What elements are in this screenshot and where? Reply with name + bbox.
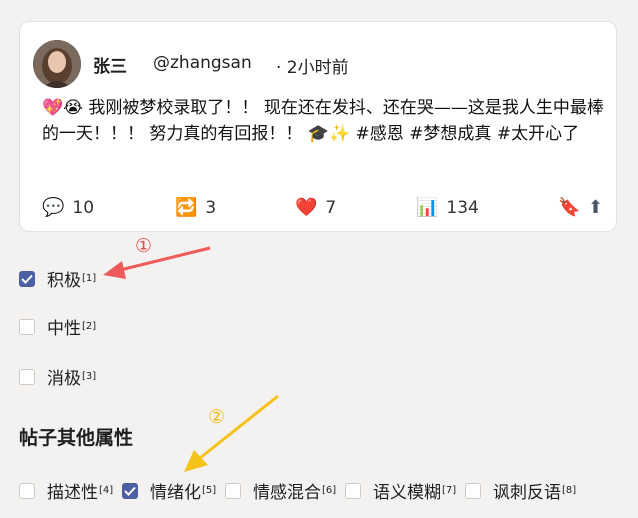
- checkbox-emotional[interactable]: [122, 482, 138, 499]
- checkbox-positive[interactable]: [19, 270, 35, 287]
- post-body: 💖😭 我刚被梦校录取了！！ 现在还在发抖、还在哭——这是我人生中最棒的一天！！！…: [42, 95, 610, 147]
- check-icon: [21, 274, 33, 284]
- checkbox-sarcasm[interactable]: [465, 482, 481, 499]
- share-button[interactable]: ⬆: [588, 198, 603, 218]
- post-time: · 2小时前: [276, 58, 349, 78]
- footnote-ref: [6]: [322, 485, 337, 496]
- like-count: 7: [325, 198, 337, 218]
- option-sarcasm[interactable]: 讽刺反语 [8]: [465, 478, 576, 503]
- reply-count: 10: [72, 198, 95, 218]
- footnote-ref: [4]: [99, 485, 114, 496]
- option-label: 积极: [47, 271, 81, 291]
- footnote-ref: [8]: [562, 485, 577, 496]
- avatar[interactable]: [33, 40, 81, 88]
- avatar-image: [33, 40, 81, 88]
- post-actions: 💬 10 🔁 3 ❤️ 7 📊 134 🔖 ⬆: [20, 198, 616, 224]
- check-icon: [124, 486, 136, 496]
- footnote-ref: [2]: [82, 321, 97, 332]
- option-descriptive[interactable]: 描述性 [4]: [19, 478, 113, 503]
- option-label: 讽刺反语: [493, 483, 561, 503]
- heart-icon: ❤️: [295, 197, 318, 218]
- section-title-other-attributes: 帖子其他属性: [19, 427, 134, 449]
- option-neutral[interactable]: 中性 [2]: [19, 314, 96, 339]
- checkbox-negative[interactable]: [19, 368, 35, 385]
- bookmark-icon: 🔖: [558, 197, 581, 218]
- option-label: 语义模糊: [373, 483, 441, 503]
- option-label: 描述性: [47, 483, 98, 503]
- annotation-one: ①: [135, 235, 153, 257]
- bookmark-button[interactable]: 🔖: [558, 198, 580, 218]
- post-emojis: 💖😭: [42, 98, 84, 118]
- option-emotional[interactable]: 情绪化 [5]: [122, 478, 216, 503]
- checkbox-neutral[interactable]: [19, 318, 35, 335]
- post-text: 我刚被梦校录取了！！ 现在还在发抖、还在哭——这是我人生中最棒的一天！！！ 努力…: [42, 98, 604, 144]
- tweet-card: 张三 @zhangsan · 2小时前 💖😭 我刚被梦校录取了！！ 现在还在发抖…: [19, 21, 617, 232]
- arrow-two: [184, 394, 279, 472]
- arrow-one: [103, 246, 211, 279]
- option-positive[interactable]: 积极 [1]: [19, 266, 96, 291]
- option-ambiguous[interactable]: 语义模糊 [7]: [345, 478, 456, 503]
- option-label: 情感混合: [253, 483, 321, 503]
- checkbox-mixed-emotion[interactable]: [225, 482, 241, 499]
- retweet-icon: 🔁: [175, 197, 198, 218]
- author-name[interactable]: 张三: [93, 52, 127, 77]
- annotation-two: ②: [208, 406, 226, 428]
- views-count: 134: [446, 198, 479, 218]
- checkbox-ambiguous[interactable]: [345, 482, 361, 499]
- option-mixed-emotion[interactable]: 情感混合 [6]: [225, 478, 336, 503]
- like-button[interactable]: ❤️ 7: [295, 197, 337, 219]
- option-label: 中性: [47, 319, 81, 339]
- chart-icon: 📊: [416, 197, 439, 218]
- option-label: 情绪化: [150, 483, 201, 503]
- option-negative[interactable]: 消极 [3]: [19, 364, 96, 389]
- retweet-button[interactable]: 🔁 3: [175, 197, 217, 219]
- views-button[interactable]: 📊 134: [416, 197, 479, 219]
- reply-button[interactable]: 💬 10: [42, 197, 95, 219]
- footnote-ref: [7]: [442, 485, 457, 496]
- footnote-ref: [1]: [82, 273, 97, 284]
- footnote-ref: [5]: [202, 485, 217, 496]
- reply-icon: 💬: [42, 197, 65, 218]
- option-label: 消极: [47, 369, 81, 389]
- checkbox-descriptive[interactable]: [19, 482, 35, 499]
- share-icon: ⬆: [588, 197, 604, 218]
- author-handle[interactable]: @zhangsan: [153, 53, 252, 73]
- footnote-ref: [3]: [82, 371, 97, 382]
- retweet-count: 3: [205, 198, 217, 218]
